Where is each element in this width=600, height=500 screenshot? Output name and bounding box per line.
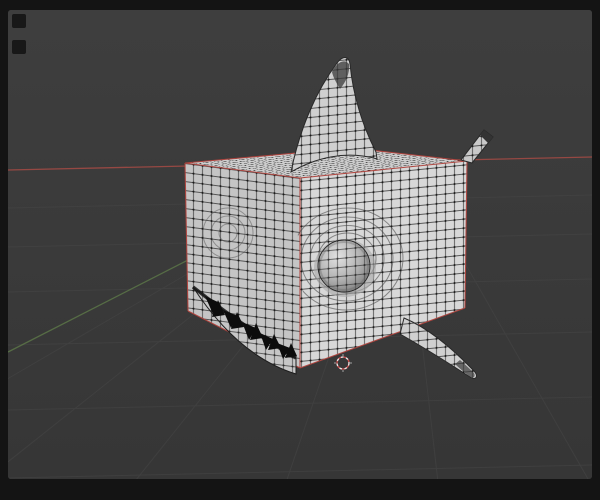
viewport-3d[interactable]: [8, 10, 592, 479]
editor-corner-icon-top[interactable]: [12, 14, 26, 28]
viewport-canvas[interactable]: [8, 10, 592, 479]
eye-sphere-wire: [318, 240, 370, 292]
editor-corner-icon-bottom[interactable]: [12, 40, 26, 54]
app-window: { "window": { "frame_color": "#141414", …: [0, 0, 600, 500]
